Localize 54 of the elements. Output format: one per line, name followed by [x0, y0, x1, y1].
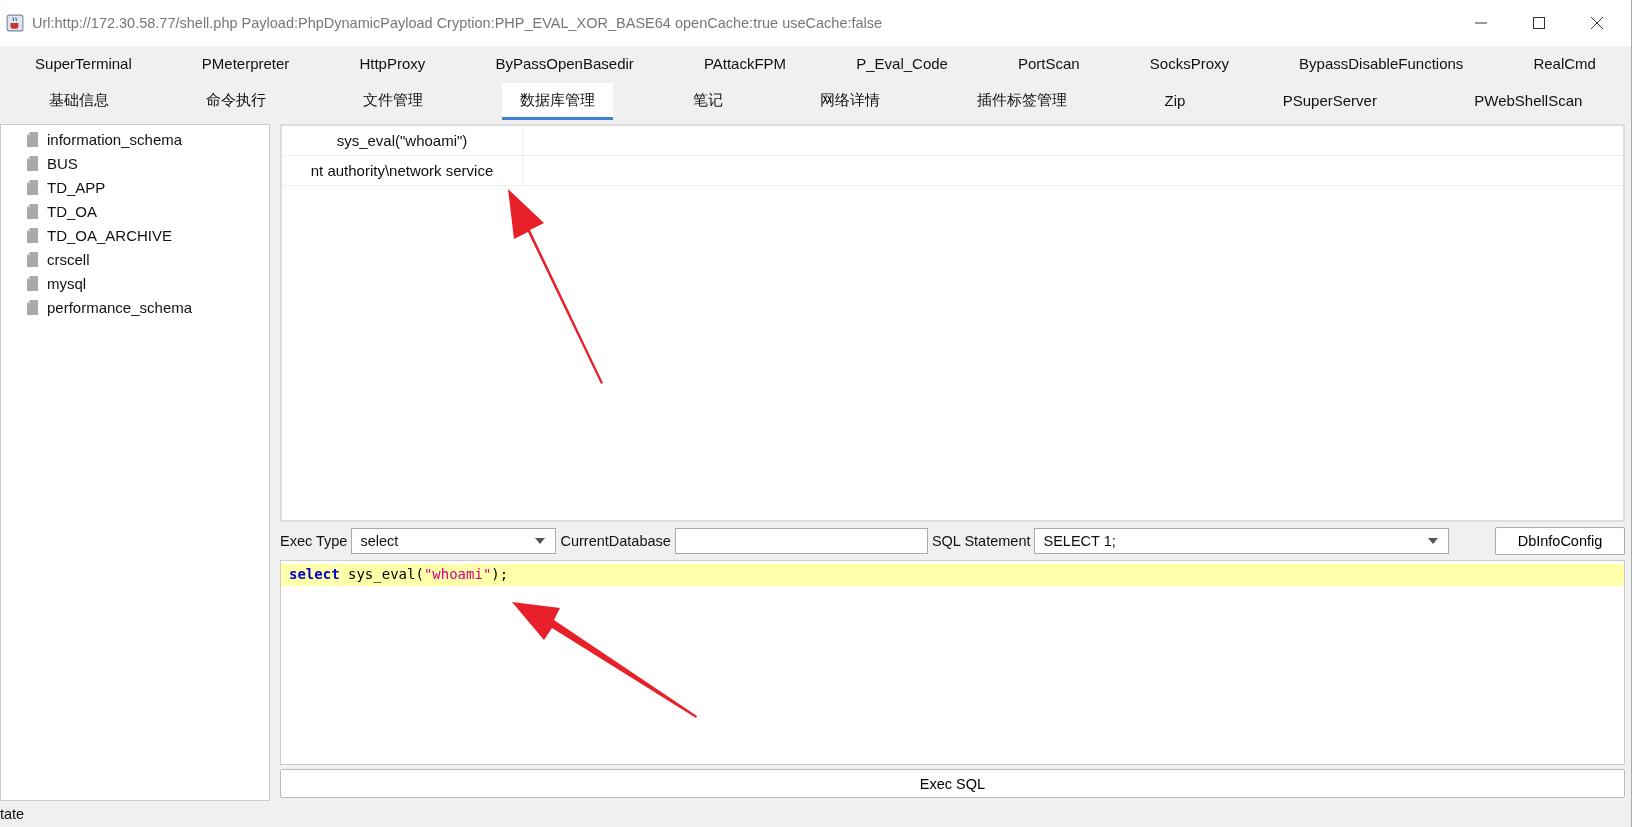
plugin-tab[interactable]: SuperTerminal — [17, 46, 150, 83]
database-item[interactable]: crscell — [47, 250, 90, 268]
plugin-tab[interactable]: SocksProxy — [1131, 46, 1247, 83]
plugin-tab[interactable]: PAttackFPM — [685, 46, 805, 83]
plugin-tab[interactable]: HttpProxy — [341, 46, 444, 83]
sql-statement-dropdown[interactable]: SELECT 1; — [1034, 528, 1450, 554]
current-database-field[interactable] — [674, 528, 928, 554]
file-icon — [27, 179, 38, 195]
database-item[interactable]: TD_APP — [47, 178, 106, 196]
file-icon — [27, 275, 38, 291]
tab[interactable]: PWebShellScan — [1456, 83, 1601, 120]
database-item[interactable]: performance_schema — [47, 298, 193, 316]
tab[interactable]: 插件标签管理 — [959, 83, 1086, 120]
file-icon — [27, 251, 38, 267]
file-icon — [27, 203, 38, 219]
current-database-label: CurrentDatabase — [560, 533, 671, 549]
window-title: Url:http://172.30.58.77/shell.php Payload:PhpDynamicPayload Cryption:PHP_EVAL_XOR_BASE64 openCache:true useCache:false — [32, 15, 883, 31]
file-icon — [27, 131, 38, 147]
file-icon — [27, 155, 38, 171]
tab[interactable]: 命令执行 — [187, 83, 284, 120]
plugin-tab[interactable]: BypassDisableFunctions — [1281, 46, 1482, 83]
tab[interactable]: PSuperServer — [1264, 83, 1395, 120]
caret-icon — [1428, 538, 1439, 544]
database-item[interactable]: TD_OA — [47, 202, 97, 220]
exec-sql-button[interactable]: Exec SQL — [280, 769, 1625, 798]
table-cell: nt authority\network service — [282, 156, 523, 185]
tab[interactable]: 文件管理 — [345, 83, 442, 120]
tab[interactable]: 笔记 — [674, 83, 741, 120]
plugin-tab[interactable]: PortScan — [1000, 46, 1098, 83]
tab[interactable]: 基础信息 — [30, 83, 127, 120]
plugin-tab[interactable]: RealCmd — [1515, 46, 1614, 83]
status-text: tate — [0, 806, 25, 822]
tab[interactable]: 数据库管理 — [502, 83, 614, 120]
sql-statement-label: SQL Statement — [931, 533, 1031, 549]
caret-icon — [535, 538, 546, 544]
column-header: sys_eval("whoami") — [282, 126, 523, 155]
coffee-cup-icon — [6, 14, 24, 32]
file-icon — [27, 227, 38, 243]
database-item[interactable]: BUS — [47, 154, 78, 172]
database-item[interactable]: information_schema — [47, 130, 183, 148]
exec-type-dropdown[interactable]: select — [351, 528, 557, 554]
plugin-tab[interactable]: P_Eval_Code — [838, 46, 966, 83]
plugin-tab[interactable]: ByPassOpenBasedir — [477, 46, 652, 83]
sql-editor[interactable]: select sys_eval("whoami"); — [280, 560, 1625, 765]
database-item[interactable]: TD_OA_ARCHIVE — [47, 226, 173, 244]
plugin-tab[interactable]: PMeterpreter — [183, 46, 308, 83]
database-item[interactable]: mysql — [47, 274, 87, 292]
maximize-icon[interactable] — [1533, 17, 1545, 29]
exec-type-label: Exec Type — [280, 533, 348, 549]
db-info-config-button[interactable]: DbInfoConfig — [1495, 527, 1625, 555]
file-icon — [27, 299, 38, 315]
tab[interactable]: 网络详情 — [802, 83, 899, 120]
close-icon[interactable] — [1591, 17, 1603, 29]
tab[interactable]: Zip — [1146, 83, 1204, 120]
